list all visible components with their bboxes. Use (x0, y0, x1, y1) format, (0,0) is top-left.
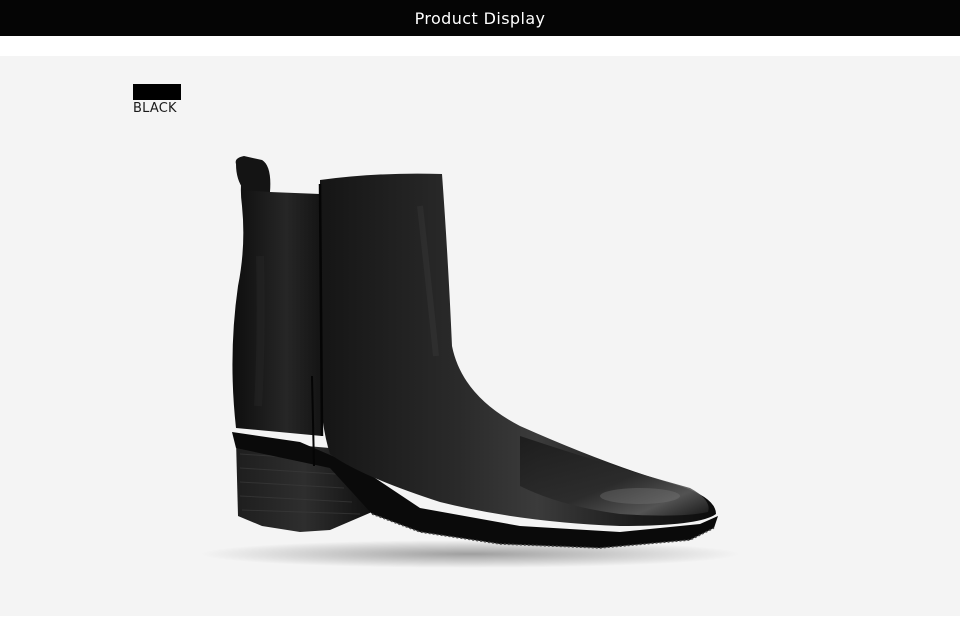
page-title: Product Display (414, 8, 546, 28)
header-bar: Product Display (0, 0, 960, 36)
color-option[interactable]: BLACK (133, 84, 193, 124)
boot-image (200, 156, 740, 568)
color-label: BLACK (133, 101, 177, 116)
product-display-panel: BLACK (0, 56, 960, 616)
color-swatch (133, 84, 181, 100)
